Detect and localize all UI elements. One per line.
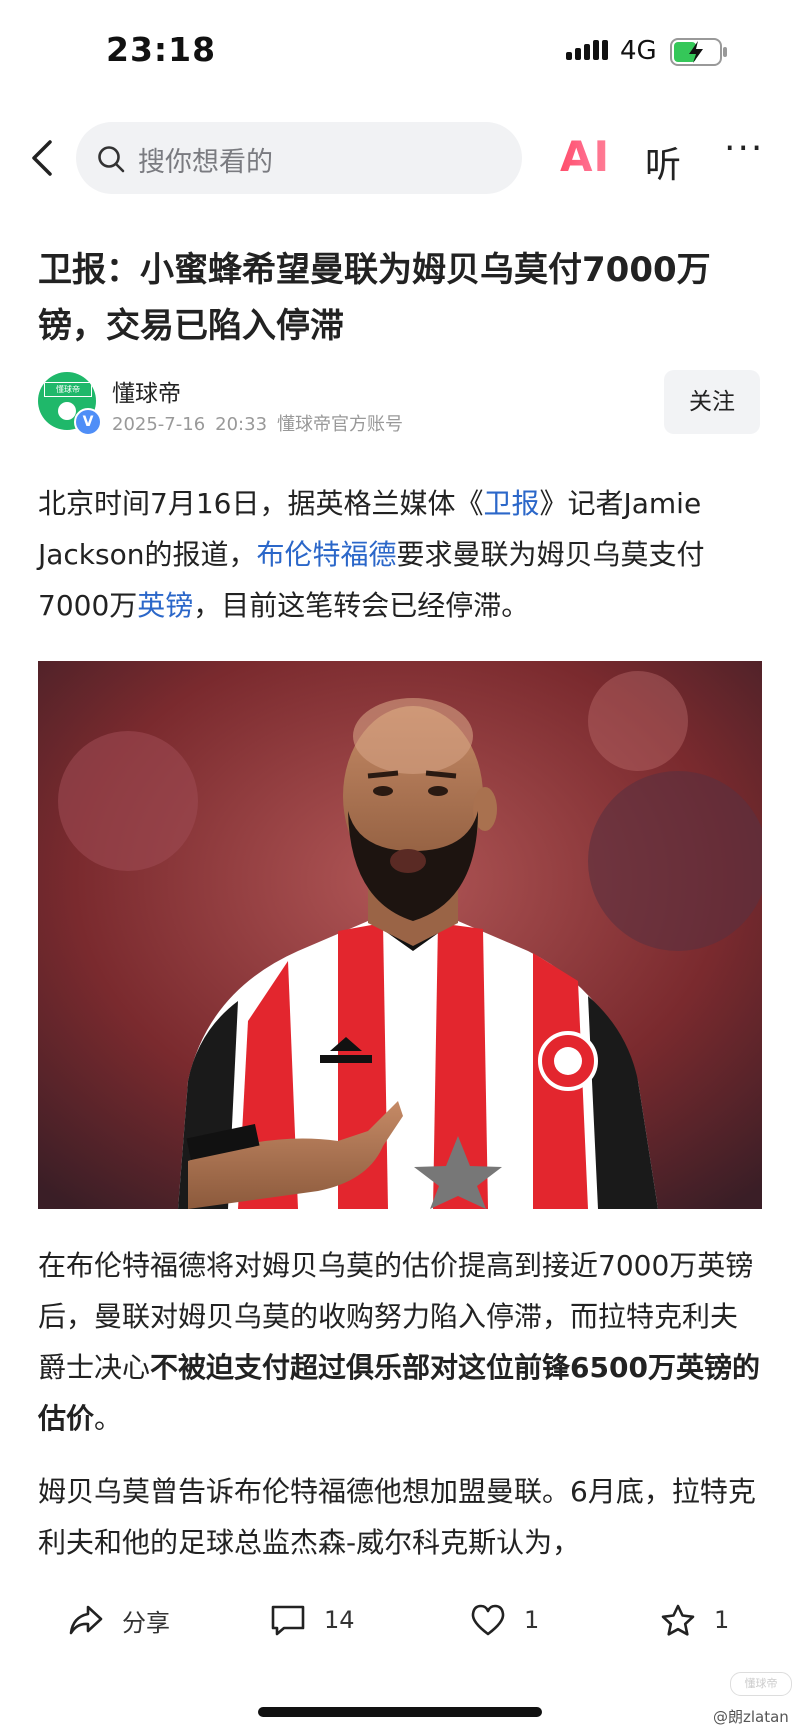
back-arrow-icon[interactable]	[26, 136, 62, 180]
link-pound[interactable]: 英镑	[137, 589, 193, 622]
favorite-button[interactable]: 1	[660, 1600, 729, 1640]
watermark-badge: 懂球帝	[730, 1672, 792, 1696]
search-input[interactable]: 搜你想看的	[76, 122, 522, 194]
ai-button[interactable]: AI	[560, 132, 610, 182]
article-photo[interactable]	[38, 661, 762, 1209]
author-name[interactable]: 懂球帝	[112, 374, 181, 408]
comment-button[interactable]: 14	[270, 1600, 355, 1640]
star-icon	[661, 1604, 695, 1636]
heart-icon	[471, 1604, 505, 1636]
search-placeholder: 搜你想看的	[138, 147, 273, 178]
article-paragraph-3: 姆贝乌莫曾告诉布伦特福德他想加盟曼联。6月底，拉特克利夫和他的足球总监杰森-威尔…	[38, 1475, 756, 1559]
like-button[interactable]: 1	[470, 1600, 539, 1640]
status-time: 23:18	[106, 30, 217, 69]
like-count: 1	[524, 1606, 540, 1634]
publish-date: 2025-7-16	[112, 414, 206, 435]
follow-button[interactable]: 关注	[664, 370, 760, 434]
comment-icon	[271, 1605, 305, 1636]
charging-battery-icon	[670, 38, 727, 66]
signal-icon	[566, 40, 608, 60]
listen-button[interactable]: 听	[645, 136, 681, 188]
share-label: 分享	[122, 1608, 170, 1637]
more-options-button[interactable]: ···	[724, 128, 764, 169]
avatar-logo-text: 懂球帝	[44, 382, 92, 397]
bottom-action-bar: 分享 14 1 1	[0, 1578, 800, 1668]
account-type: 懂球帝官方账号	[277, 414, 404, 435]
favorite-count: 1	[714, 1606, 730, 1634]
comment-count: 14	[324, 1606, 355, 1634]
watermark-text: @朗zlatan	[713, 1708, 789, 1726]
share-button[interactable]: 分享	[68, 1600, 170, 1640]
p1-text-4: ，目前这笔转会已经停滞。	[193, 589, 530, 622]
football-icon	[58, 402, 76, 420]
link-brentford[interactable]: 布伦特福德	[257, 538, 397, 571]
article-paragraph-1: 北京时间7月16日，据英格兰媒体《卫报》记者Jamie Jackson的报道，布…	[38, 478, 762, 631]
author-meta: 2025-7-16 20:33 懂球帝官方账号	[112, 410, 413, 436]
publish-time: 20:33	[215, 414, 268, 435]
link-guardian[interactable]: 卫报	[483, 487, 539, 520]
search-icon	[98, 146, 125, 173]
home-indicator[interactable]	[258, 1707, 542, 1717]
p2-text-2: 。	[94, 1402, 123, 1435]
share-icon	[69, 1605, 103, 1635]
verified-badge-icon: V	[74, 408, 102, 436]
network-type: 4G	[620, 36, 657, 66]
article-paragraph-2: 在布伦特福德将对姆贝乌莫的估价提高到接近7000万英镑后，曼联对姆贝乌莫的收购努…	[38, 1240, 762, 1444]
article-title: 卫报：小蜜蜂希望曼联为姆贝乌莫付7000万镑，交易已陷入停滞	[38, 250, 711, 346]
p1-text-1: 北京时间7月16日，据英格兰媒体《	[38, 487, 484, 520]
